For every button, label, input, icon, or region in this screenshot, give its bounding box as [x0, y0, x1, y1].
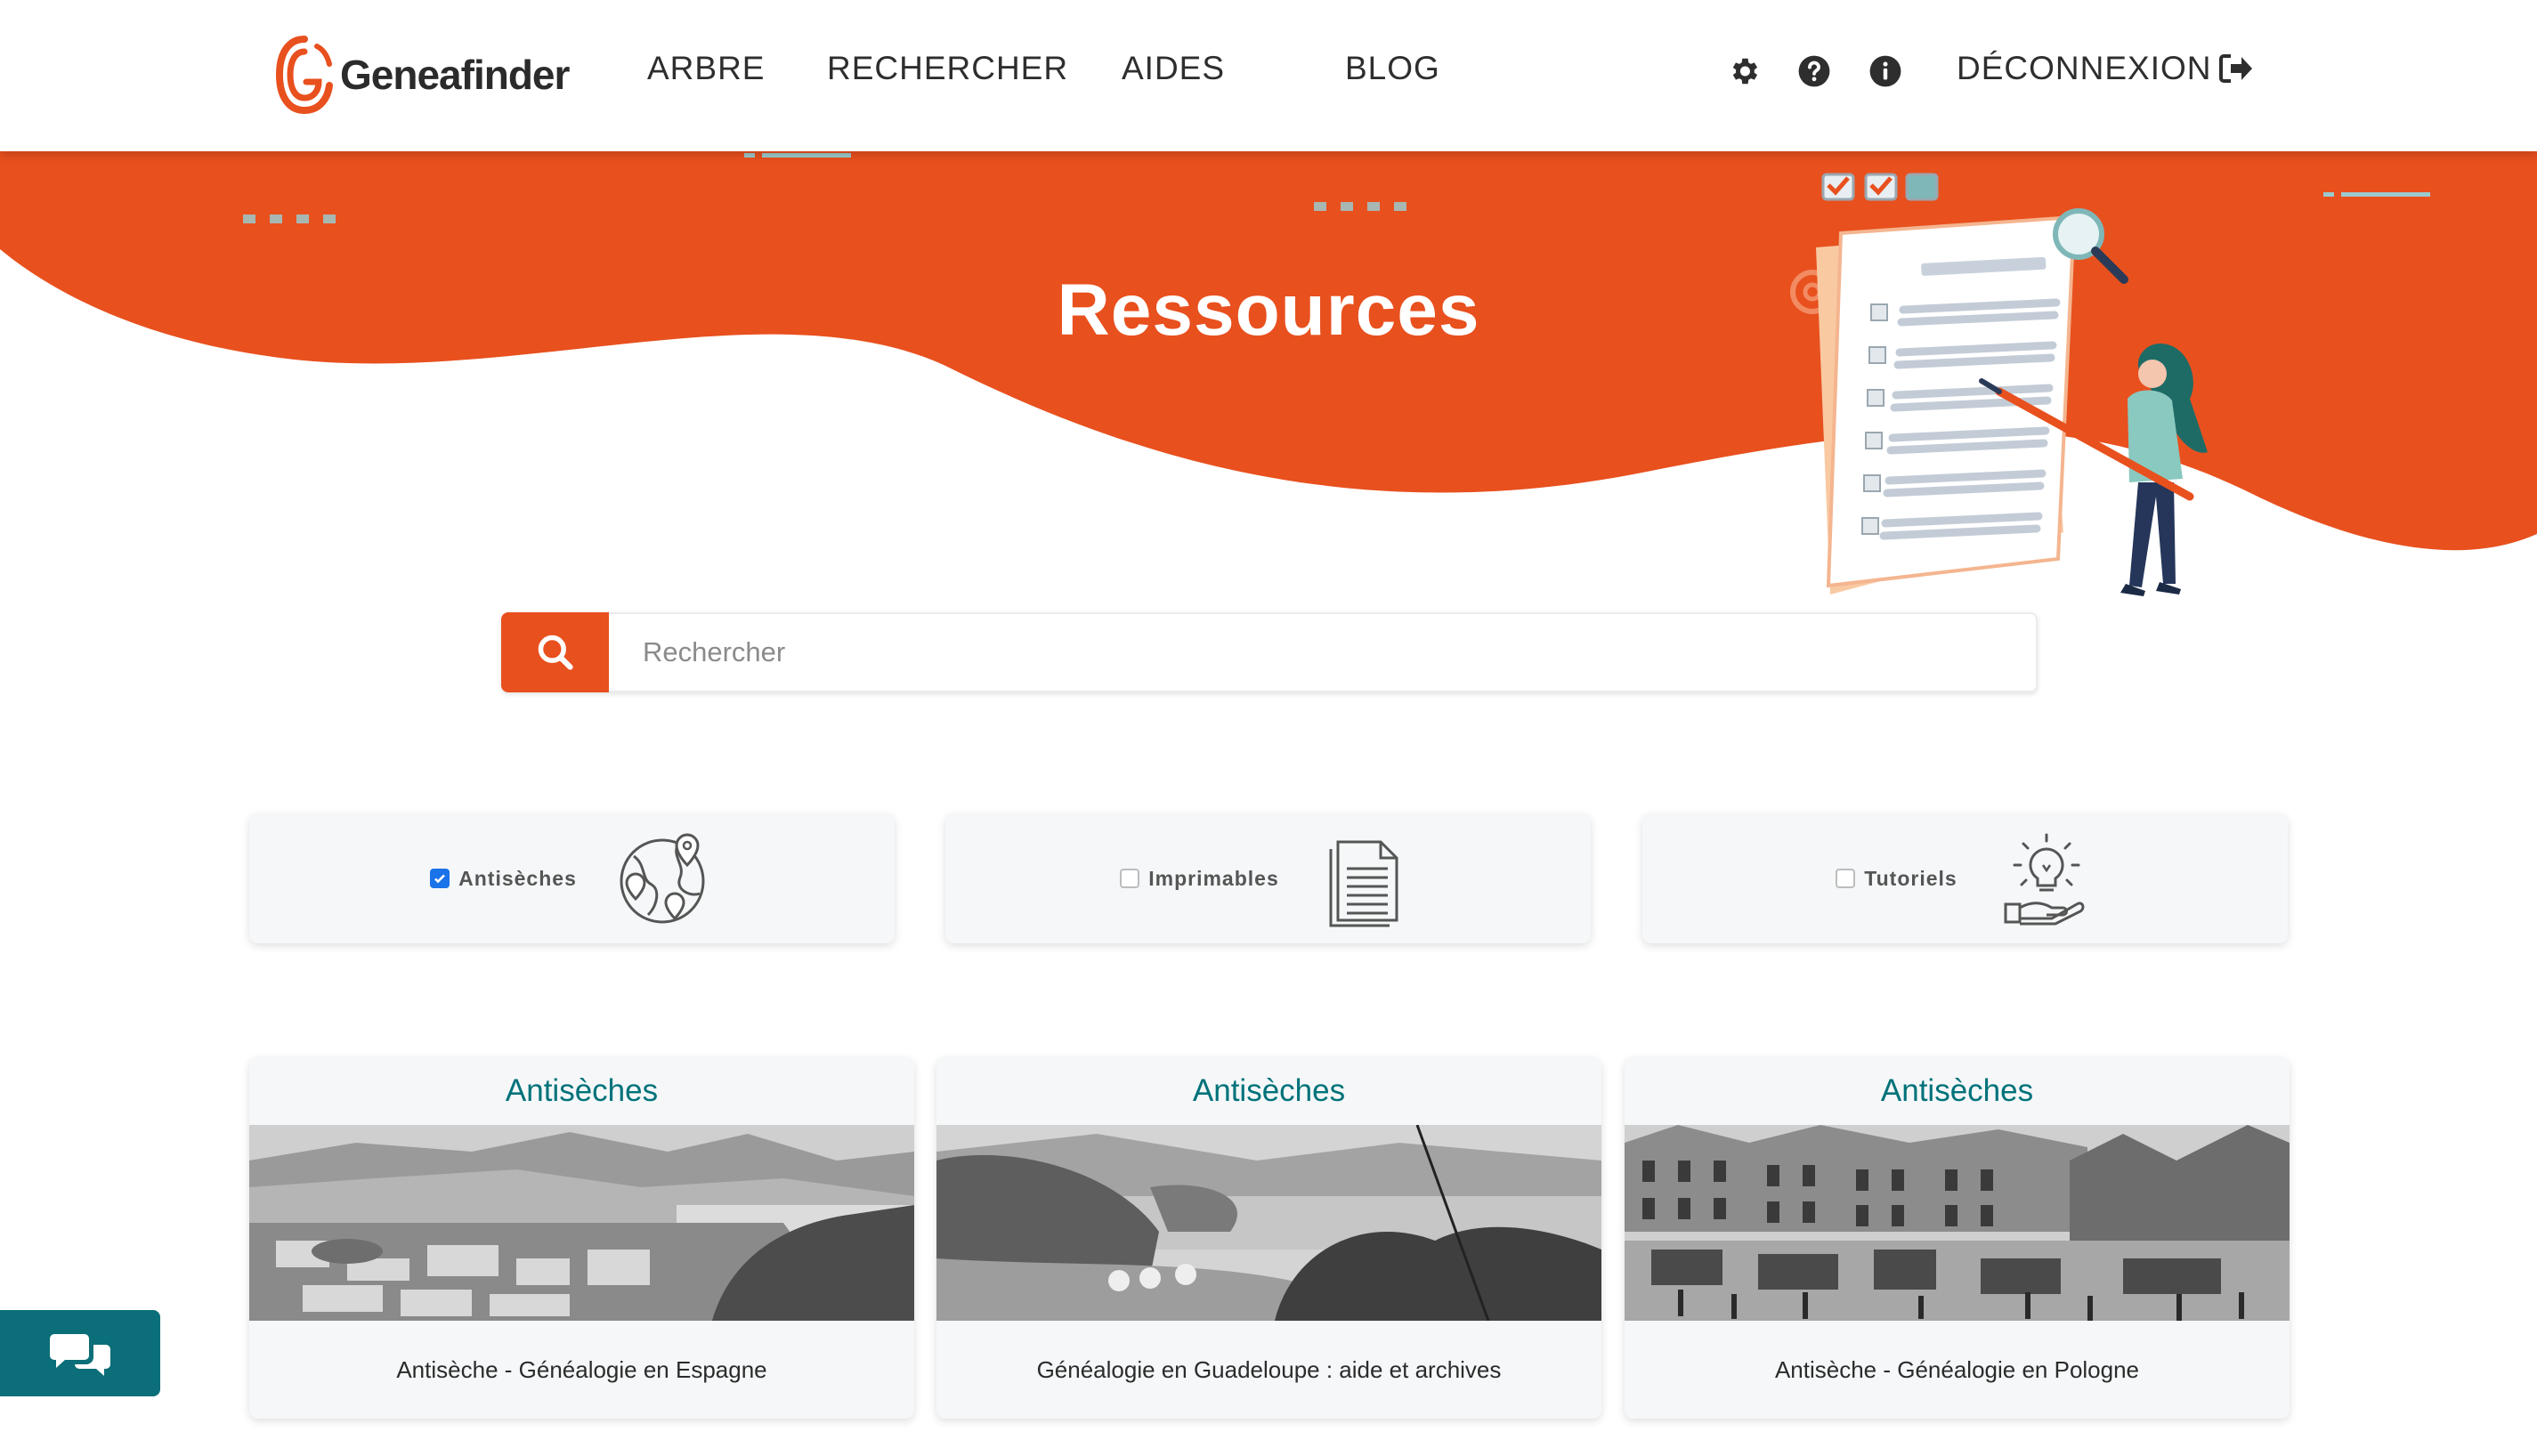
gear-icon[interactable] — [1727, 54, 1761, 88]
card-title: Généalogie en Guadeloupe : aide et archi… — [1036, 1356, 1502, 1383]
card-photo-spain — [249, 1125, 914, 1321]
filter-antiseches-checkbox[interactable] — [430, 869, 450, 888]
page: Geneafinder ARBRE RECHERCHER AIDES BLOG … — [0, 0, 2537, 1456]
chat-widget-button[interactable] — [0, 1310, 160, 1396]
search-button[interactable] — [501, 612, 609, 692]
logo-text: Geneafinder — [340, 52, 570, 98]
info-icon[interactable] — [1868, 54, 1902, 88]
search-icon — [538, 635, 573, 670]
card-photo-poland — [1625, 1125, 2290, 1321]
help-icon[interactable] — [1797, 54, 1831, 88]
nav-arbre[interactable]: ARBRE — [647, 50, 765, 87]
search-input[interactable] — [609, 612, 2038, 692]
lightbulb-hand-icon — [2004, 833, 2085, 926]
filter-imprimables-checkbox[interactable] — [1120, 869, 1140, 888]
filter-tutoriels-label: Tutoriels — [1864, 866, 1957, 890]
geneafinder-logo[interactable]: Geneafinder — [274, 32, 570, 117]
filter-tutoriels[interactable]: Tutoriels — [1642, 813, 2288, 943]
top-navbar: Geneafinder ARBRE RECHERCHER AIDES BLOG … — [0, 0, 2537, 151]
logout-button[interactable]: DÉCONNEXION — [1957, 50, 2254, 87]
resource-card[interactable]: Antisèches Généalogie en Guadeloupe : ai… — [936, 1057, 1601, 1419]
nav-rechercher[interactable]: RECHERCHER — [827, 50, 1068, 87]
logo-mark-icon — [275, 36, 333, 115]
filter-antiseches[interactable]: Antisèches — [249, 813, 895, 943]
logout-icon — [2219, 54, 2253, 83]
hero-banner: Ressources — [0, 151, 2537, 614]
filter-antiseches-label: Antisèches — [458, 866, 577, 890]
nav-blog[interactable]: BLOG — [1345, 50, 1440, 87]
card-title: Antisèche - Généalogie en Pologne — [1774, 1356, 2140, 1383]
checklist-illustration — [1790, 173, 2208, 596]
search-bar — [501, 612, 2038, 692]
document-icon — [1329, 840, 1398, 927]
card-category: Antisèches — [1880, 1073, 2034, 1108]
chat-bubbles-icon — [50, 1333, 110, 1376]
card-title: Antisèche - Généalogie en Espagne — [396, 1356, 767, 1383]
card-category: Antisèches — [505, 1073, 659, 1108]
filter-imprimables[interactable]: Imprimables — [945, 813, 1591, 943]
filter-tutoriels-checkbox[interactable] — [1836, 869, 1856, 888]
card-category: Antisèches — [1192, 1073, 1346, 1108]
card-photo-guadeloupe — [936, 1125, 1601, 1321]
resource-card[interactable]: Antisèches Antisèche - Généalogie en Pol… — [1625, 1057, 2290, 1419]
filter-imprimables-label: Imprimables — [1148, 866, 1279, 890]
logout-label: DÉCONNEXION — [1957, 50, 2212, 86]
check-icon — [434, 874, 446, 884]
nav-aides[interactable]: AIDES — [1122, 50, 1225, 87]
resource-card[interactable]: Antisèches Antisèche - Généalogie en Esp… — [249, 1057, 914, 1419]
world-map-pins-icon — [620, 833, 705, 924]
